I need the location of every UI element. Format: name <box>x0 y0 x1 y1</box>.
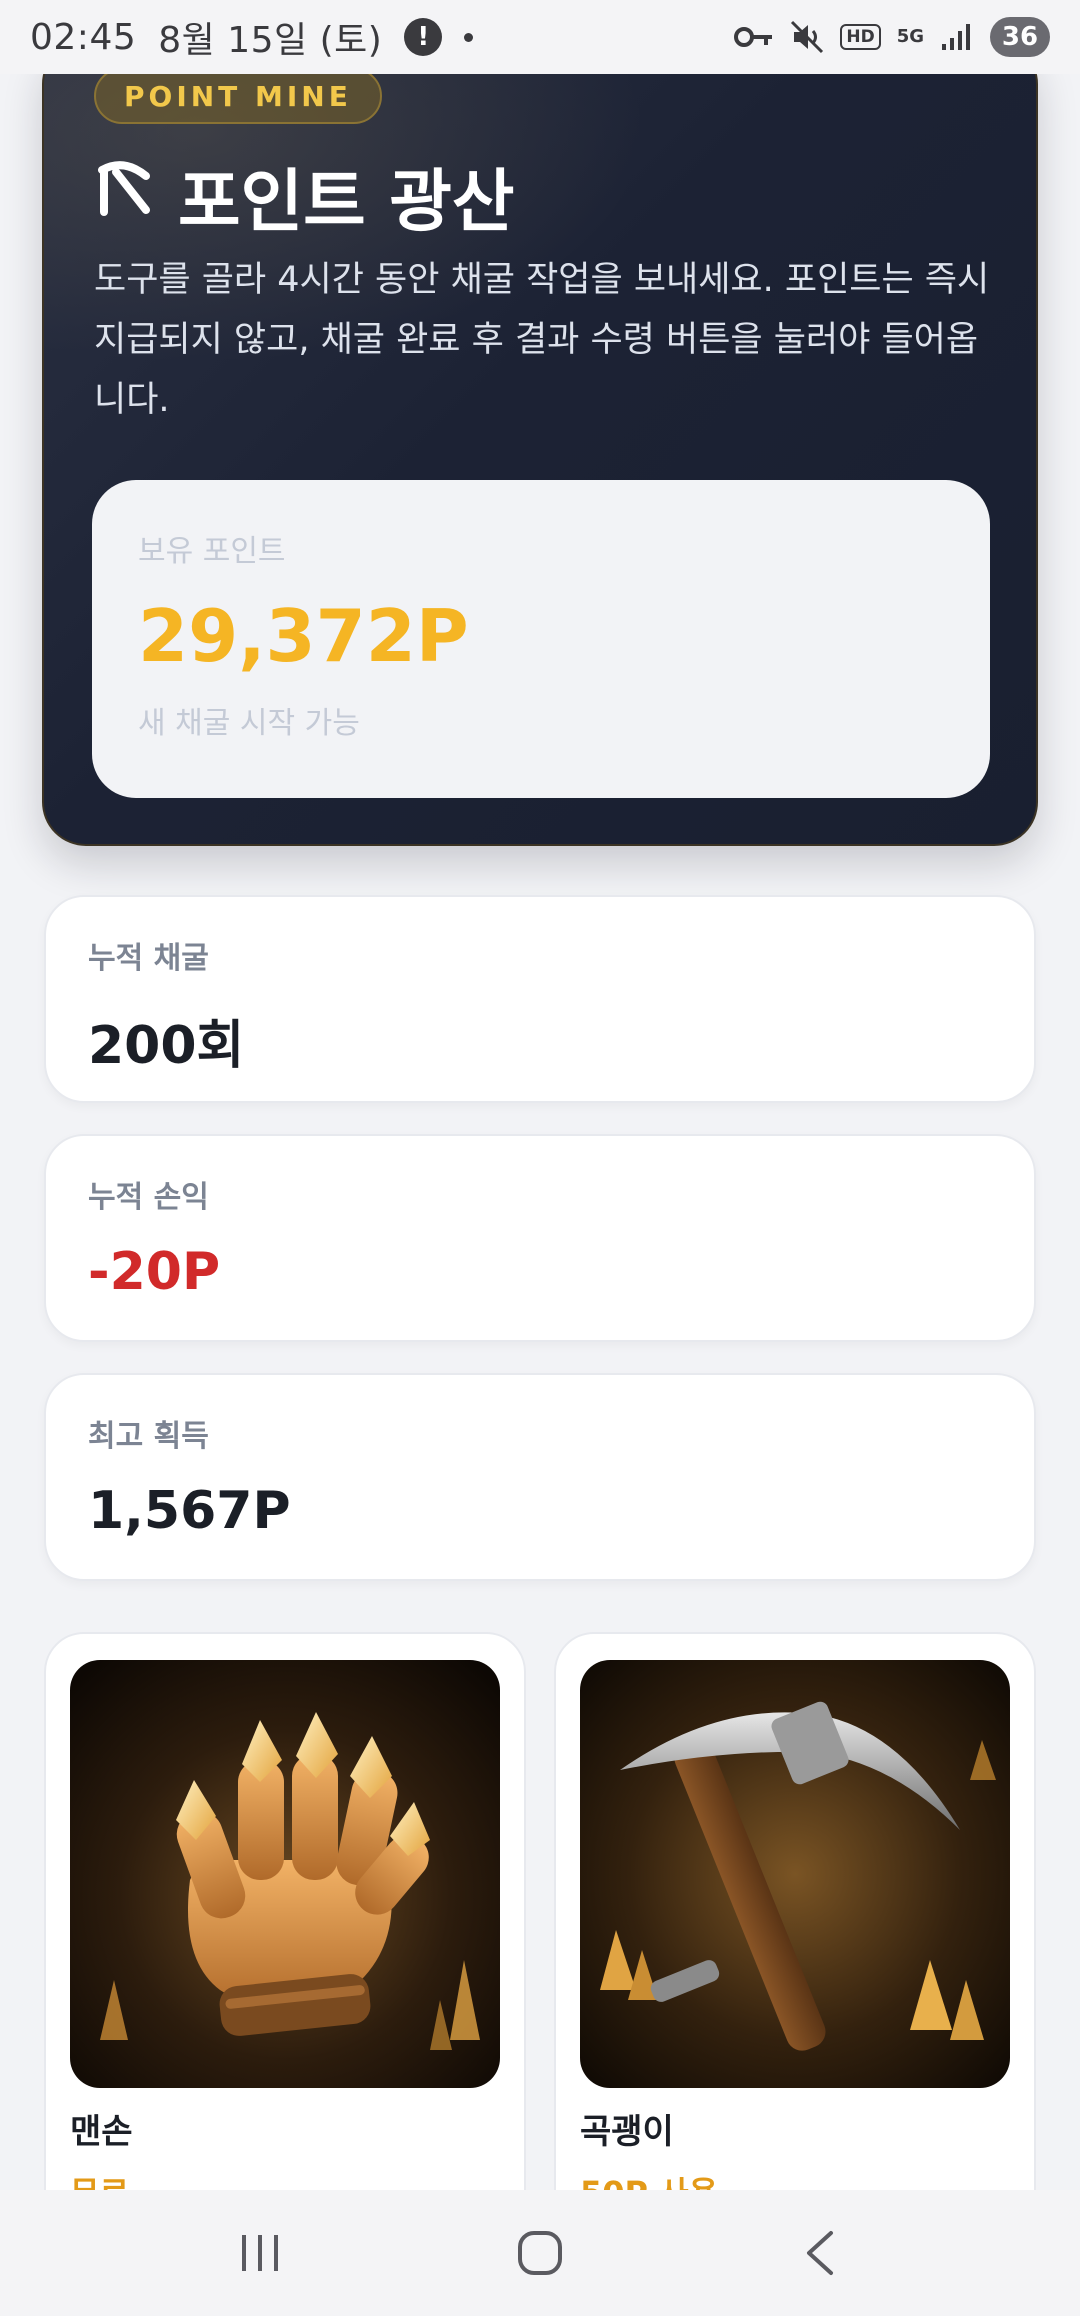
pickaxe-icon <box>580 1660 1010 2088</box>
page-title: 포인트 광산 <box>94 146 514 245</box>
page-title-text: 포인트 광산 <box>178 163 515 242</box>
status-date: 8월 15일 (토) <box>158 20 383 61</box>
mute-icon <box>790 20 824 54</box>
points-value: 29,372P <box>138 594 469 678</box>
battery-icon: 36 <box>990 17 1050 57</box>
points-card: 보유 포인트 29,372P 새 채굴 시작 가능 <box>92 480 990 798</box>
stat-label: 누적 손익 <box>88 1180 209 1215</box>
pickaxe-icon <box>94 156 156 235</box>
tool-name: 곡괭이 <box>580 2112 674 2152</box>
stat-label: 누적 채굴 <box>88 941 209 976</box>
key-icon <box>734 24 774 50</box>
stat-value: -20P <box>88 1242 221 1302</box>
hero-description: 도구를 골라 4시간 동안 채굴 작업을 보내세요. 포인트는 즉시 지급되지 … <box>94 260 990 420</box>
stat-value: 1,567P <box>88 1481 291 1541</box>
notification-dot-icon <box>464 32 474 42</box>
status-bar: 02:45 8월 15일 (토) ! HD 5G 36 <box>0 0 1080 74</box>
mine-hero-card: POINT MINE 포인트 광산 도구를 골라 4시간 동안 채굴 작업을 보… <box>42 40 1038 846</box>
alert-icon: ! <box>404 18 443 56</box>
glove-icon <box>70 1660 500 2088</box>
stat-card-total-profit: 누적 손익 -20P <box>44 1134 1036 1342</box>
stat-value: 200회 <box>88 1016 245 1076</box>
recent-apps-icon[interactable] <box>200 2213 320 2293</box>
tool-name: 맨손 <box>70 2112 133 2152</box>
points-status: 새 채굴 시작 가능 <box>138 706 360 741</box>
system-navigation-bar <box>0 2190 1080 2316</box>
home-icon[interactable] <box>480 2213 600 2293</box>
status-time: 02:45 <box>30 16 137 58</box>
hd-icon: HD <box>840 24 881 50</box>
back-icon[interactable] <box>760 2213 880 2293</box>
signal-icon <box>940 22 974 52</box>
5g-icon: 5G <box>896 26 924 47</box>
point-mine-badge: POINT MINE <box>94 68 382 124</box>
stat-card-total-mines: 누적 채굴 200회 <box>44 895 1036 1103</box>
stat-label: 최고 획득 <box>88 1419 209 1454</box>
stat-card-best-gain: 최고 획득 1,567P <box>44 1373 1036 1581</box>
points-label: 보유 포인트 <box>138 534 286 569</box>
